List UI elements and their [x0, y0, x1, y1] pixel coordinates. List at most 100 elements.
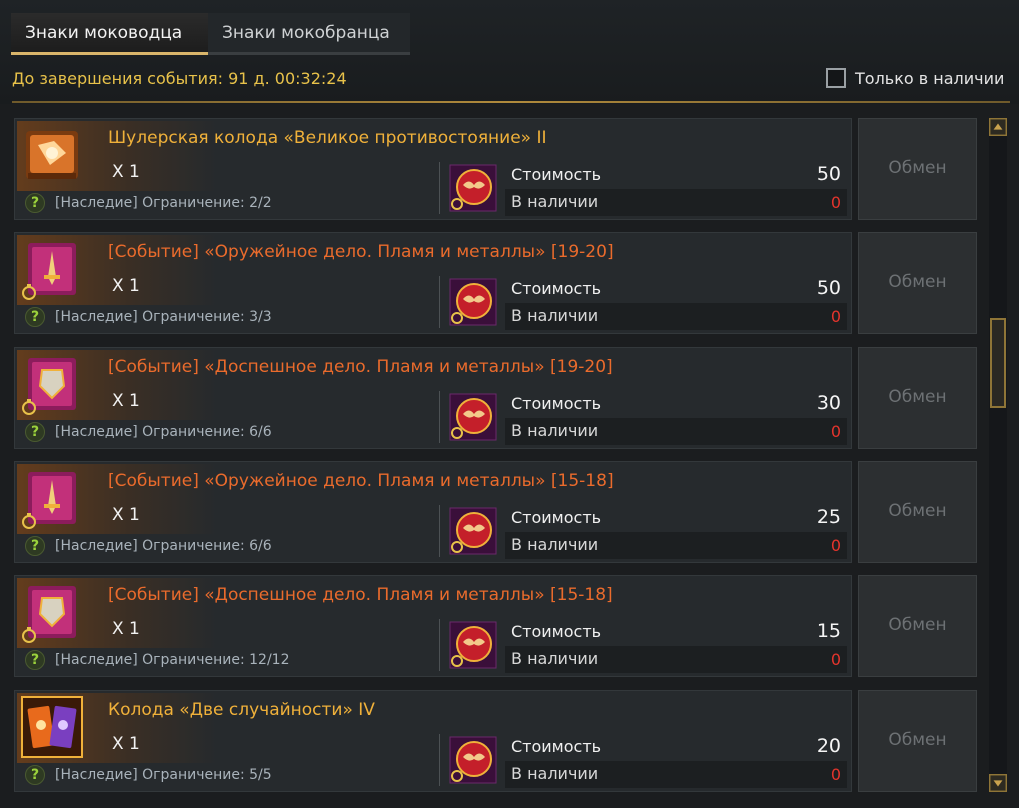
help-icon[interactable]: ? — [25, 307, 45, 327]
stock-label: В наличии — [511, 306, 599, 325]
item-quantity: X 1 — [112, 391, 140, 411]
cost-divider — [439, 619, 440, 671]
in-stock-filter[interactable]: Только в наличии — [826, 68, 1004, 88]
cost-row: Стоимость 30 — [505, 391, 847, 416]
cost-value: 25 — [816, 506, 841, 528]
exchange-button[interactable]: Обмен — [858, 690, 977, 792]
stock-value: 0 — [830, 765, 841, 784]
exchange-button[interactable]: Обмен — [858, 118, 977, 220]
stock-label: В наличии — [511, 421, 599, 440]
stock-value: 0 — [830, 193, 841, 212]
stock-row: В наличии 0 — [505, 303, 847, 330]
cost-divider — [439, 734, 440, 786]
item-limit: [Наследие] Ограничение: 12/12 — [55, 652, 290, 668]
item-name: Колода «Две случайности» IV — [108, 700, 375, 720]
item-card: [Событие] «Доспешное дело. Пламя и метал… — [14, 575, 852, 677]
cost-divider — [439, 162, 440, 214]
cost-row: Стоимость 25 — [505, 505, 847, 530]
mask-token-icon — [449, 278, 497, 326]
header-divider — [12, 101, 1010, 103]
item-name: [Событие] «Оружейное дело. Пламя и метал… — [108, 471, 614, 491]
item-card: Колода «Две случайности» IV X 1 ? [Насле… — [14, 690, 852, 792]
exchange-button[interactable]: Обмен — [858, 347, 977, 449]
cost-value: 30 — [816, 392, 841, 414]
mask-token-icon — [449, 393, 497, 441]
exchange-row: [Событие] «Оружейное дело. Пламя и метал… — [14, 461, 980, 563]
item-name: [Событие] «Доспешное дело. Пламя и метал… — [108, 357, 613, 377]
card-deck-icon[interactable] — [20, 123, 84, 187]
mask-token-icon — [449, 507, 497, 555]
cost-value: 50 — [816, 277, 841, 299]
item-name: [Событие] «Доспешное дело. Пламя и метал… — [108, 585, 613, 605]
timer-badge-icon — [22, 399, 36, 415]
scrollbar-track[interactable] — [989, 118, 1007, 792]
exchange-button[interactable]: Обмен — [858, 232, 977, 334]
item-quantity: X 1 — [112, 162, 140, 182]
scrollbar-thumb[interactable] — [990, 318, 1006, 408]
cost-value: 15 — [816, 620, 841, 642]
cost-label: Стоимость — [511, 279, 602, 298]
cost-row: Стоимость 50 — [505, 276, 847, 301]
help-icon[interactable]: ? — [25, 650, 45, 670]
in-stock-filter-label: Только в наличии — [855, 68, 1005, 88]
stock-label: В наличии — [511, 764, 599, 783]
tab-mokovodets-marks[interactable]: Знаки моководца — [11, 13, 208, 55]
exchange-row: [Событие] «Оружейное дело. Пламя и метал… — [14, 232, 980, 334]
cost-divider — [439, 505, 440, 557]
item-limit: [Наследие] Ограничение: 6/6 — [55, 424, 272, 440]
in-stock-checkbox[interactable] — [826, 68, 846, 88]
cost-label: Стоимость — [511, 165, 602, 184]
item-quantity: X 1 — [112, 505, 140, 525]
item-card: [Событие] «Доспешное дело. Пламя и метал… — [14, 347, 852, 449]
stock-row: В наличии 0 — [505, 532, 847, 559]
tab-bar: Знаки моководца Знаки мокобранца — [11, 13, 410, 55]
stock-label: В наличии — [511, 192, 599, 211]
item-card: [Событие] «Оружейное дело. Пламя и метал… — [14, 461, 852, 563]
stock-row: В наличии 0 — [505, 761, 847, 788]
exchange-row: Шулерская колода «Великое противостояние… — [14, 118, 980, 220]
cost-value: 20 — [816, 735, 841, 757]
help-icon[interactable]: ? — [25, 765, 45, 785]
help-icon[interactable]: ? — [25, 422, 45, 442]
item-name: [Событие] «Оружейное дело. Пламя и метал… — [108, 242, 614, 262]
mask-token-icon — [449, 621, 497, 669]
cost-label: Стоимость — [511, 622, 602, 641]
exchange-button[interactable]: Обмен — [858, 461, 977, 563]
mask-token-icon — [449, 736, 497, 784]
help-icon[interactable]: ? — [25, 536, 45, 556]
stock-row: В наличии 0 — [505, 189, 847, 216]
item-limit: [Наследие] Ограничение: 2/2 — [55, 195, 272, 211]
scroll-down-arrow-icon[interactable] — [989, 774, 1007, 792]
stock-value: 0 — [830, 307, 841, 326]
cost-row: Стоимость 20 — [505, 734, 847, 759]
cost-label: Стоимость — [511, 737, 602, 756]
exchange-row: Колода «Две случайности» IV X 1 ? [Насле… — [14, 690, 980, 792]
cost-divider — [439, 276, 440, 328]
exchange-button[interactable]: Обмен — [858, 575, 977, 677]
stock-value: 0 — [830, 650, 841, 669]
card-pair-icon[interactable] — [20, 695, 84, 759]
item-card: Шулерская колода «Великое противостояние… — [14, 118, 852, 220]
item-card: [Событие] «Оружейное дело. Пламя и метал… — [14, 232, 852, 334]
scroll-up-arrow-icon[interactable] — [989, 118, 1007, 136]
exchange-row: [Событие] «Доспешное дело. Пламя и метал… — [14, 347, 980, 449]
item-quantity: X 1 — [112, 619, 140, 639]
cost-row: Стоимость 15 — [505, 619, 847, 644]
tab-mokobranets-marks[interactable]: Знаки мокобранца — [208, 13, 410, 55]
stock-row: В наличии 0 — [505, 646, 847, 673]
stock-value: 0 — [830, 536, 841, 555]
stock-label: В наличии — [511, 535, 599, 554]
cost-divider — [439, 391, 440, 443]
cost-label: Стоимость — [511, 508, 602, 527]
timer-badge-icon — [22, 513, 36, 529]
item-name: Шулерская колода «Великое противостояние… — [108, 128, 547, 148]
cost-label: Стоимость — [511, 394, 602, 413]
item-limit: [Наследие] Ограничение: 3/3 — [55, 309, 272, 325]
stock-row: В наличии 0 — [505, 418, 847, 445]
stock-label: В наличии — [511, 649, 599, 668]
help-icon[interactable]: ? — [25, 193, 45, 213]
stock-value: 0 — [830, 422, 841, 441]
item-quantity: X 1 — [112, 734, 140, 754]
exchange-row: [Событие] «Доспешное дело. Пламя и метал… — [14, 575, 980, 677]
item-quantity: X 1 — [112, 276, 140, 296]
